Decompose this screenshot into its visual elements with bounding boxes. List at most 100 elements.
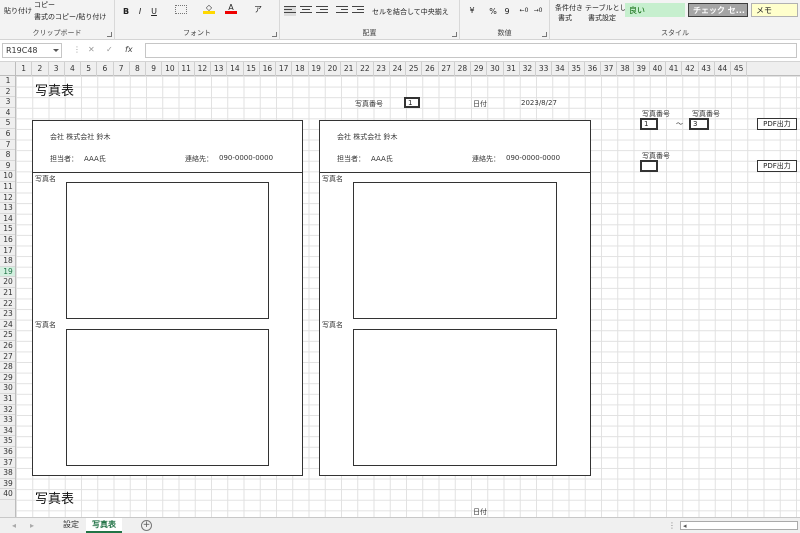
column-header[interactable]: 23 [374, 62, 390, 76]
column-header[interactable]: 12 [195, 62, 211, 76]
pdf-output-button-range[interactable]: PDF出力 [757, 118, 797, 130]
alignment-launcher-icon[interactable] [452, 32, 457, 37]
style-check-cell[interactable]: チェック セ... [688, 3, 748, 17]
column-header[interactable]: 44 [715, 62, 731, 76]
row-header[interactable]: 3 [0, 97, 15, 108]
row-header[interactable]: 8 [0, 150, 15, 161]
number-launcher-icon[interactable] [542, 32, 547, 37]
enter-icon[interactable]: ✓ [106, 45, 113, 54]
select-all-corner[interactable] [0, 62, 16, 76]
scroll-left-icon[interactable]: ◂ [683, 522, 687, 530]
row-header[interactable]: 13 [0, 203, 15, 214]
single-photo-input[interactable] [640, 160, 658, 172]
bold-button[interactable]: B [121, 5, 131, 17]
column-header[interactable]: 37 [601, 62, 618, 76]
column-header[interactable]: 45 [731, 62, 748, 76]
row-header[interactable]: 36 [0, 447, 15, 458]
column-header[interactable]: 43 [699, 62, 715, 76]
row-header[interactable]: 35 [0, 436, 15, 447]
column-header[interactable]: 14 [227, 62, 244, 76]
column-header[interactable]: 34 [552, 62, 569, 76]
column-header[interactable]: 21 [341, 62, 358, 76]
photo-frame-right-1[interactable] [353, 182, 557, 319]
tab-settings[interactable]: 設定 [57, 518, 85, 533]
column-header[interactable]: 38 [617, 62, 634, 76]
column-header[interactable]: 17 [276, 62, 293, 76]
range-from-input[interactable]: 1 [640, 118, 658, 130]
column-header[interactable]: 10 [162, 62, 179, 76]
worksheet-grid[interactable]: 写真表 写真番号 1 日付 2023/8/27 会社 株式会社 鈴木 担当者： … [16, 76, 800, 517]
phonetic-icon[interactable]: ア [253, 3, 263, 15]
paste-button[interactable]: 貼り付け [4, 6, 32, 16]
font-color-icon[interactable]: A [225, 3, 237, 14]
column-header[interactable]: 13 [211, 62, 228, 76]
row-header[interactable]: 26 [0, 341, 15, 352]
column-header[interactable]: 4 [65, 62, 81, 76]
percent-button[interactable]: % [488, 5, 498, 17]
column-header[interactable]: 29 [471, 62, 488, 76]
row-header[interactable]: 9 [0, 161, 15, 172]
column-header[interactable]: 31 [504, 62, 520, 76]
conditional-format-button[interactable]: 条件付き [555, 3, 583, 13]
row-header[interactable]: 21 [0, 288, 15, 299]
row-header[interactable]: 37 [0, 458, 15, 469]
column-header[interactable]: 22 [357, 62, 374, 76]
column-header[interactable]: 16 [260, 62, 276, 76]
column-header[interactable]: 1 [16, 62, 33, 76]
range-to-input[interactable]: 3 [689, 118, 709, 130]
row-header[interactable]: 23 [0, 309, 15, 320]
column-header[interactable]: 7 [114, 62, 130, 76]
add-sheet-icon[interactable]: + [141, 520, 152, 531]
column-header[interactable]: 35 [569, 62, 585, 76]
row-header[interactable]: 20 [0, 277, 15, 288]
photo-frame-right-2[interactable] [353, 329, 557, 466]
row-header[interactable]: 28 [0, 362, 15, 373]
align-center-icon[interactable] [300, 6, 312, 16]
tab-photo-sheet[interactable]: 写真表 [86, 518, 122, 533]
column-header[interactable]: 25 [406, 62, 423, 76]
column-header[interactable]: 30 [487, 62, 504, 76]
align-left-icon[interactable] [284, 6, 296, 16]
row-header[interactable]: 32 [0, 405, 15, 416]
row-header[interactable]: 14 [0, 214, 15, 225]
row-header[interactable]: 5 [0, 118, 15, 129]
column-header[interactable]: 26 [422, 62, 439, 76]
column-header[interactable]: 5 [81, 62, 98, 76]
row-header[interactable]: 7 [0, 140, 15, 151]
row-header[interactable]: 19 [0, 266, 15, 278]
row-header[interactable]: 11 [0, 182, 15, 193]
photo-number-cell[interactable]: 1 [404, 97, 420, 108]
decrease-indent-icon[interactable] [336, 6, 348, 16]
column-header[interactable]: 36 [585, 62, 601, 76]
format-painter-button[interactable]: 書式のコピー/貼り付け [34, 12, 106, 22]
row-header[interactable]: 24 [0, 320, 15, 331]
row-header[interactable]: 38 [0, 468, 15, 479]
comma-button[interactable]: 9 [502, 5, 512, 17]
column-header[interactable]: 33 [536, 62, 553, 76]
column-header[interactable]: 9 [146, 62, 163, 76]
name-box-dropdown-icon[interactable] [53, 49, 59, 52]
row-header[interactable]: 22 [0, 299, 15, 310]
column-header[interactable]: 28 [455, 62, 471, 76]
column-header[interactable]: 15 [244, 62, 260, 76]
row-header[interactable]: 39 [0, 479, 15, 490]
cancel-icon[interactable]: ✕ [88, 45, 95, 54]
column-header[interactable]: 20 [325, 62, 341, 76]
horizontal-scrollbar[interactable]: ◂ [680, 521, 798, 530]
column-header[interactable]: 32 [520, 62, 536, 76]
increase-decimal-icon[interactable]: ←0 [518, 4, 530, 16]
column-header[interactable]: 19 [309, 62, 325, 76]
style-good[interactable]: 良い [625, 3, 685, 17]
pdf-output-button-single[interactable]: PDF出力 [757, 160, 797, 172]
row-header[interactable]: 30 [0, 383, 15, 394]
row-header[interactable]: 40 [0, 489, 15, 500]
row-header[interactable]: 31 [0, 394, 15, 405]
column-header[interactable]: 8 [130, 62, 146, 76]
border-icon[interactable] [175, 5, 187, 14]
column-header[interactable]: 42 [682, 62, 699, 76]
formula-input[interactable] [145, 43, 797, 58]
photo-frame-left-2[interactable] [66, 329, 269, 466]
prev-sheet-icon[interactable]: ◂ [12, 521, 16, 530]
clipboard-launcher-icon[interactable] [107, 32, 112, 37]
row-header[interactable]: 17 [0, 246, 15, 257]
